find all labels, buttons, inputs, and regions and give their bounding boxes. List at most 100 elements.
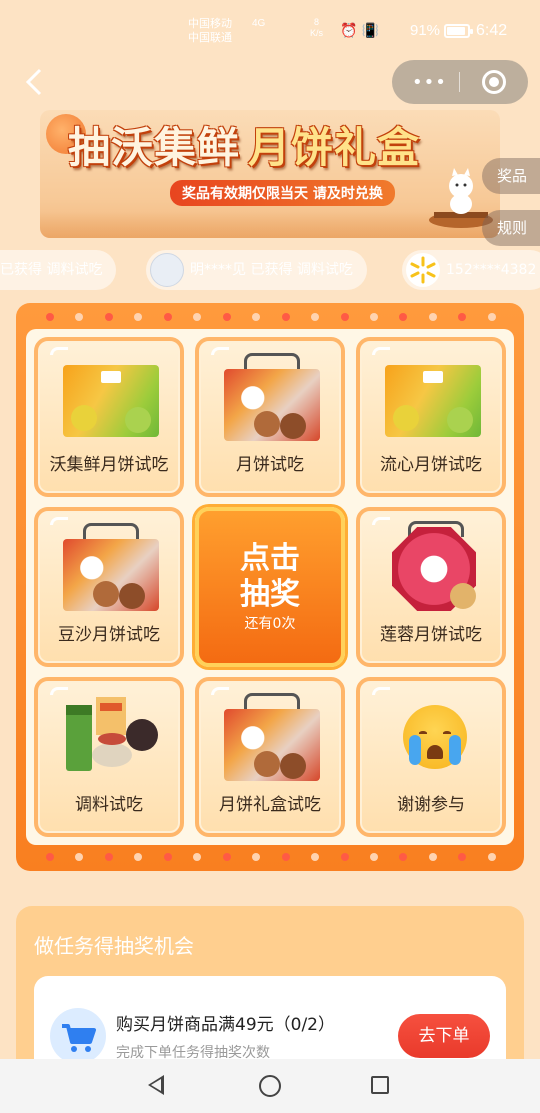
eye bbox=[443, 731, 451, 735]
prize-label: 调料试吃 bbox=[75, 795, 143, 815]
light-bulb bbox=[311, 853, 320, 861]
floral-gift-box-image bbox=[224, 709, 320, 781]
prize-label: 豆沙月饼试吃 bbox=[58, 625, 160, 645]
light-bulb bbox=[134, 853, 143, 861]
mooncake bbox=[393, 405, 419, 431]
speed-value: 8 bbox=[314, 17, 320, 27]
back-triangle-icon[interactable] bbox=[148, 1075, 164, 1095]
light-bulb bbox=[281, 853, 290, 861]
prize-label: 流心月饼试吃 bbox=[380, 455, 482, 475]
light-bulb bbox=[487, 853, 496, 861]
task-section-title: 做任务得抽奖机会 bbox=[34, 934, 194, 958]
light-bulb bbox=[104, 853, 113, 861]
draw-button-label: 点击 抽奖 bbox=[199, 541, 341, 613]
light-bulb bbox=[252, 853, 261, 861]
shine-mark bbox=[50, 517, 68, 525]
chevron-left-icon bbox=[25, 68, 42, 96]
go-order-button[interactable]: 去下单 bbox=[398, 1014, 490, 1058]
winner-pill: 明****见 已获得 调料试吃 bbox=[146, 250, 367, 290]
draw-button-line2: 抽奖 bbox=[240, 577, 300, 612]
prize-cell: 豆沙月饼试吃 bbox=[34, 507, 184, 667]
lottery-board: 沃集鲜月饼试吃 月饼试吃 流心月饼试吃 豆沙月饼试吃 点击 抽奖 还有0次 莲蓉… bbox=[16, 303, 524, 871]
mooncake bbox=[447, 407, 473, 433]
light-bulb bbox=[458, 313, 467, 321]
prize-cell: 月饼礼盒试吃 bbox=[195, 677, 345, 837]
speed-unit: K/s bbox=[310, 28, 324, 38]
capsule-divider bbox=[459, 72, 460, 92]
prize-label: 谢谢参与 bbox=[397, 795, 465, 815]
gift-box-handle bbox=[244, 353, 300, 369]
light-bulbs-top bbox=[46, 313, 496, 321]
shine-mark bbox=[372, 347, 390, 355]
floral-gift-box-image bbox=[63, 539, 159, 611]
winner-text: 152****4382 bbox=[446, 262, 537, 278]
task-name: 购买月饼商品满49元（0/2） bbox=[116, 1015, 335, 1035]
prize-cell: 谢谢参与 bbox=[356, 677, 506, 837]
eye bbox=[419, 731, 427, 735]
brand-tag bbox=[101, 371, 121, 383]
mooncake bbox=[450, 583, 476, 609]
network-speed: 8 K/s bbox=[310, 17, 323, 39]
network-type: 4G bbox=[252, 18, 266, 29]
crying-face-icon bbox=[403, 705, 467, 769]
light-bulb bbox=[75, 853, 84, 861]
light-bulb bbox=[222, 313, 231, 321]
draw-button[interactable]: 点击 抽奖 还有0次 bbox=[195, 507, 345, 667]
light-bulb bbox=[75, 313, 84, 321]
light-bulb bbox=[163, 853, 172, 861]
mooncake bbox=[280, 413, 306, 439]
light-bulb bbox=[281, 313, 290, 321]
light-bulb bbox=[252, 313, 261, 321]
prize-label: 沃集鲜月饼试吃 bbox=[49, 455, 169, 475]
winner-pill: 已获得 调料试吃 bbox=[0, 250, 117, 290]
light-bulb bbox=[340, 853, 349, 861]
shopping-cart-icon bbox=[50, 1008, 106, 1064]
light-bulb bbox=[487, 313, 496, 321]
status-bar: 中国移动 中国联通 4G 8 K/s ⏰📳 91% 6:42 bbox=[0, 0, 540, 62]
prize-cell: 调料试吃 bbox=[34, 677, 184, 837]
target-icon[interactable] bbox=[482, 70, 506, 94]
walmart-logo-icon bbox=[406, 253, 440, 287]
light-bulb bbox=[369, 853, 378, 861]
light-bulb bbox=[193, 313, 202, 321]
light-bulb bbox=[134, 313, 143, 321]
light-bulbs-bottom bbox=[46, 853, 496, 861]
prize-label: 月饼试吃 bbox=[236, 455, 304, 475]
light-bulb bbox=[428, 853, 437, 861]
seasoning-set-image bbox=[66, 697, 158, 771]
recent-square-icon[interactable] bbox=[371, 1076, 389, 1094]
prize-cell: 月饼试吃 bbox=[195, 337, 345, 497]
back-button[interactable] bbox=[22, 66, 54, 98]
battery-icon bbox=[444, 24, 473, 38]
battery-percent: 91% bbox=[410, 22, 441, 39]
shine-mark bbox=[50, 347, 68, 355]
mooncake bbox=[280, 753, 306, 779]
winner-marquee: 已获得 调料试吃 明****见 已获得 调料试吃 152****4382 bbox=[0, 250, 540, 290]
mooncake bbox=[254, 751, 280, 777]
clock: 6:42 bbox=[476, 22, 508, 39]
banner-title-part1: 抽沃集鲜 bbox=[68, 123, 241, 172]
light-bulb bbox=[222, 853, 231, 861]
green-gift-box-image bbox=[63, 365, 159, 437]
shine-mark bbox=[372, 687, 390, 695]
shine-mark bbox=[372, 517, 390, 525]
home-circle-icon[interactable] bbox=[259, 1075, 281, 1097]
brand-tag bbox=[423, 371, 443, 383]
prize-cell: 沃集鲜月饼试吃 bbox=[34, 337, 184, 497]
carrier-names: 中国移动 中国联通 bbox=[188, 17, 232, 45]
banner-title: 抽沃集鲜 月饼礼盒 bbox=[68, 114, 420, 175]
gift-box-handle bbox=[83, 523, 139, 539]
prizes-tab[interactable]: 奖品 bbox=[482, 158, 540, 194]
light-bulb bbox=[46, 313, 54, 321]
draw-button-line1: 点击 bbox=[240, 541, 300, 576]
more-dots-icon[interactable]: ••• bbox=[412, 72, 447, 93]
shine-mark bbox=[211, 347, 229, 355]
draw-remaining: 还有0次 bbox=[244, 616, 296, 632]
system-nav-bar bbox=[0, 1059, 540, 1113]
light-bulb bbox=[340, 313, 349, 321]
banner-subtitle: 奖品有效期仅限当天 请及时兑换 bbox=[170, 180, 395, 206]
battery-fill bbox=[447, 27, 465, 35]
light-bulb bbox=[458, 853, 467, 861]
rules-tab[interactable]: 规则 bbox=[482, 210, 540, 246]
winner-pill: 152****4382 bbox=[402, 250, 540, 290]
